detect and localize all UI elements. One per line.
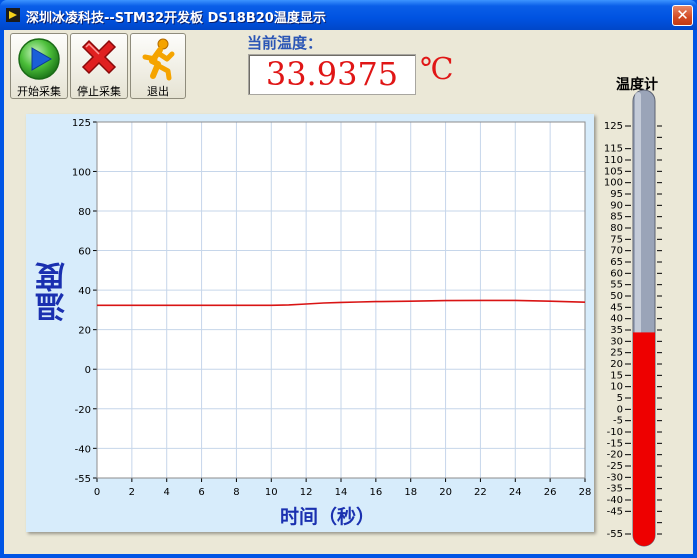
thermometer-tick-label: 110 (604, 155, 623, 166)
chart-x-tick-label: 8 (233, 487, 239, 498)
thermometer-tick-label: 100 (604, 178, 623, 189)
thermometer-tick-label: 105 (604, 166, 623, 177)
chart-x-tick-label: 26 (544, 487, 557, 498)
chart-x-tick-label: 0 (94, 487, 100, 498)
chart-y-tick-label: -20 (75, 405, 91, 416)
chart-y-tick-label: 60 (78, 247, 91, 258)
app-window: 深圳冰凌科技--STM32开发板 DS18B20温度显示 ✕ 开始采集 停止采集… (0, 0, 697, 558)
window-title: 深圳冰凌科技--STM32开发板 DS18B20温度显示 (26, 11, 326, 26)
thermometer-tick-label: 10 (610, 382, 623, 393)
chart-x-tick-label: 10 (265, 487, 278, 498)
thermometer-tick-label: 90 (610, 200, 623, 211)
thermometer-tick-label: 45 (610, 302, 623, 313)
chart-x-tick-label: 28 (579, 487, 592, 498)
thermometer-tick-label: 5 (617, 393, 623, 404)
thermometer-tick-label: 80 (610, 223, 623, 234)
thermometer-tick-label: -30 (607, 472, 623, 483)
chart-y-tick-label: 40 (78, 286, 91, 297)
chart-y-tick-label: 80 (78, 207, 91, 218)
chart-y-tick-label: 125 (72, 118, 91, 129)
thermometer-tick-label: -20 (607, 450, 623, 461)
thermometer-tick-label: -5 (613, 416, 623, 427)
chart-x-tick-label: 6 (198, 487, 204, 498)
chart-x-tick-label: 12 (300, 487, 313, 498)
thermometer-tick-label: -15 (607, 438, 623, 449)
thermometer-tick-label: 50 (610, 291, 623, 302)
front-panel: 开始采集 停止采集 退出 当前温度： 33.9375 ℃ 温度 时间（秒） 温度… (4, 30, 693, 554)
thermometer-tick-label: -35 (607, 484, 623, 495)
chart-x-tick-label: 4 (164, 487, 170, 498)
labview-app-icon (6, 8, 20, 22)
chart-y-tick-label: -40 (75, 444, 91, 455)
thermometer-tick-label: -55 (607, 529, 623, 540)
chart-y-tick-label: 100 (72, 167, 91, 178)
thermometer-tick-label: 95 (610, 189, 623, 200)
chart-x-tick-label: 18 (404, 487, 417, 498)
thermometer-tick-label: -45 (607, 506, 623, 517)
thermometer-tick-label: 85 (610, 212, 623, 223)
thermometer-fill (633, 332, 655, 535)
thermometer-tick-label: 60 (610, 268, 623, 279)
thermometer-tick-label: 15 (610, 370, 623, 381)
chart-y-tick-label: 0 (85, 365, 91, 376)
thermometer-tick-label: 65 (610, 257, 623, 268)
thermometer-tick-label: 55 (610, 280, 623, 291)
title-bar[interactable]: 深圳冰凌科技--STM32开发板 DS18B20温度显示 ✕ (0, 0, 697, 30)
thermometer-tick-label: -40 (607, 495, 623, 506)
chart-y-tick-label: 20 (78, 326, 91, 337)
thermometer-tick-label: 75 (610, 234, 623, 245)
thermometer-tick-label: -10 (607, 427, 623, 438)
client-area: 开始采集 停止采集 退出 当前温度： 33.9375 ℃ 温度 时间（秒） 温度… (4, 30, 693, 554)
thermometer-tick-label: 25 (610, 348, 623, 359)
chart-layer: 0 2 4 6 8 10 12 14 16 18 20 22 24 26 28125100806040200… (72, 89, 662, 547)
chart-x-tick-label: 16 (369, 487, 382, 498)
chart-x-tick-label: 20 (439, 487, 452, 498)
thermometer-tick-label: 35 (610, 325, 623, 336)
thermometer-tick-label: 40 (610, 314, 623, 325)
thermometer-tick-label: -25 (607, 461, 623, 472)
thermometer-tick-label: 30 (610, 336, 623, 347)
chart-x-tick-label: 22 (474, 487, 487, 498)
thermometer-tick-label: 115 (604, 144, 623, 155)
thermometer-tick-label: 70 (610, 246, 623, 257)
close-button[interactable]: ✕ (672, 5, 693, 26)
thermometer-bulb (633, 524, 655, 546)
thermometer-tick-label: 125 (604, 121, 623, 132)
chart-x-tick-label: 24 (509, 487, 522, 498)
chart-x-tick-label: 2 (129, 487, 135, 498)
chart-y-tick-label: -55 (75, 474, 91, 485)
thermometer-tick-label: 0 (617, 404, 623, 415)
thermometer-tick-label: 20 (610, 359, 623, 370)
chart-x-tick-label: 14 (335, 487, 348, 498)
